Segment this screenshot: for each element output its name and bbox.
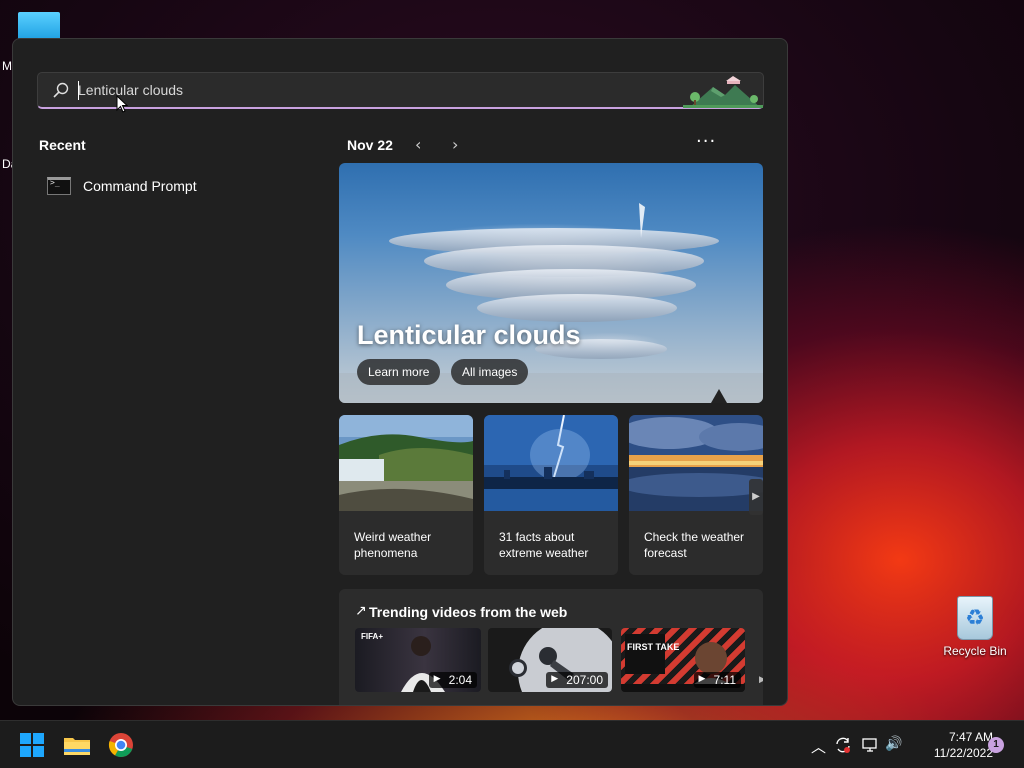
taskbar-clock[interactable]: 7:47 AM 11/22/2022 [905, 729, 993, 761]
clock-time: 7:47 AM [948, 730, 993, 744]
recycle-bin-icon [957, 596, 993, 640]
card-label: Check the weather forecast [644, 530, 745, 560]
search-panel: Recent Command Prompt Nov 22 ‹ › ··· [12, 38, 788, 706]
sync-icon[interactable] [834, 736, 852, 754]
card-label: 31 facts about extreme weather [499, 530, 589, 560]
chevron-left-icon[interactable]: ‹ [415, 135, 421, 154]
network-icon[interactable] [861, 736, 879, 754]
card-label: Weird weather phenomena [354, 530, 432, 560]
windows-start-icon[interactable] [16, 729, 48, 761]
more-options-icon[interactable]: ··· [696, 131, 716, 152]
video-duration: 2:04 [428, 672, 477, 688]
sunset-clouds-thumbnail [629, 415, 763, 511]
clock-date: 11/22/2022 [933, 746, 993, 760]
card-extreme-weather-facts[interactable]: 31 facts about extreme weather [484, 415, 618, 575]
show-hidden-icons-icon[interactable]: ︿ [811, 736, 826, 757]
hero-title: Lenticular clouds [357, 320, 581, 350]
recent-heading: Recent [39, 137, 86, 153]
video-thumbnail[interactable]: FIRST TAKE 7:11 [621, 628, 745, 692]
video-badge: FIFA+ [361, 632, 384, 641]
chrome-icon[interactable] [105, 729, 137, 761]
recycle-bin[interactable]: Recycle Bin [940, 596, 1010, 658]
card-weird-weather[interactable]: Weird weather phenomena [339, 415, 473, 575]
card-weather-forecast[interactable]: Check the weather forecast [629, 415, 763, 575]
search-icon [53, 82, 69, 98]
desktop-icon-label: M [2, 59, 12, 73]
chevron-right-icon[interactable]: › [452, 135, 458, 154]
search-input[interactable] [78, 82, 638, 98]
recycle-bin-label: Recycle Bin [943, 644, 1007, 658]
waterfall-thumbnail [339, 415, 473, 511]
video-duration: 207:00 [546, 672, 608, 688]
video-thumbnail[interactable]: 207:00 [488, 628, 612, 692]
cards-next-arrow[interactable]: ▶ [749, 479, 763, 515]
highlights-header: Nov 22 ‹ › ··· [347, 131, 717, 155]
search-highlight-illustration [683, 76, 763, 108]
command-prompt-icon [47, 177, 71, 195]
video-duration: 7:11 [693, 672, 741, 688]
hero-card[interactable]: Lenticular clouds Learn more All images [339, 163, 763, 403]
trending-icon: ↗ [355, 603, 367, 619]
trending-title: Trending videos from the web [369, 604, 568, 620]
trending-videos-section: ↗ Trending videos from the web FIFA+ 2:0… [339, 589, 763, 705]
taskbar: ︿ 🔊 7:47 AM 11/22/2022 1 [0, 720, 1024, 768]
volume-icon[interactable]: 🔊 [885, 736, 902, 752]
lightning-thumbnail [484, 415, 618, 511]
file-explorer-icon[interactable] [61, 729, 93, 761]
learn-more-button[interactable]: Learn more [357, 359, 441, 385]
highlight-date: Nov 22 [347, 137, 393, 153]
notification-badge[interactable]: 1 [988, 737, 1004, 753]
search-box[interactable] [37, 72, 764, 109]
mouse-cursor-icon [116, 95, 128, 113]
video-badge: FIRST TAKE [627, 642, 680, 652]
recent-item-command-prompt[interactable]: Command Prompt [47, 175, 307, 197]
videos-next-arrow[interactable]: ▶ [759, 675, 763, 685]
recent-item-label: Command Prompt [83, 178, 197, 194]
all-images-button[interactable]: All images [451, 359, 529, 385]
text-caret [78, 81, 79, 100]
video-thumbnail[interactable]: FIFA+ 2:04 [355, 628, 481, 692]
